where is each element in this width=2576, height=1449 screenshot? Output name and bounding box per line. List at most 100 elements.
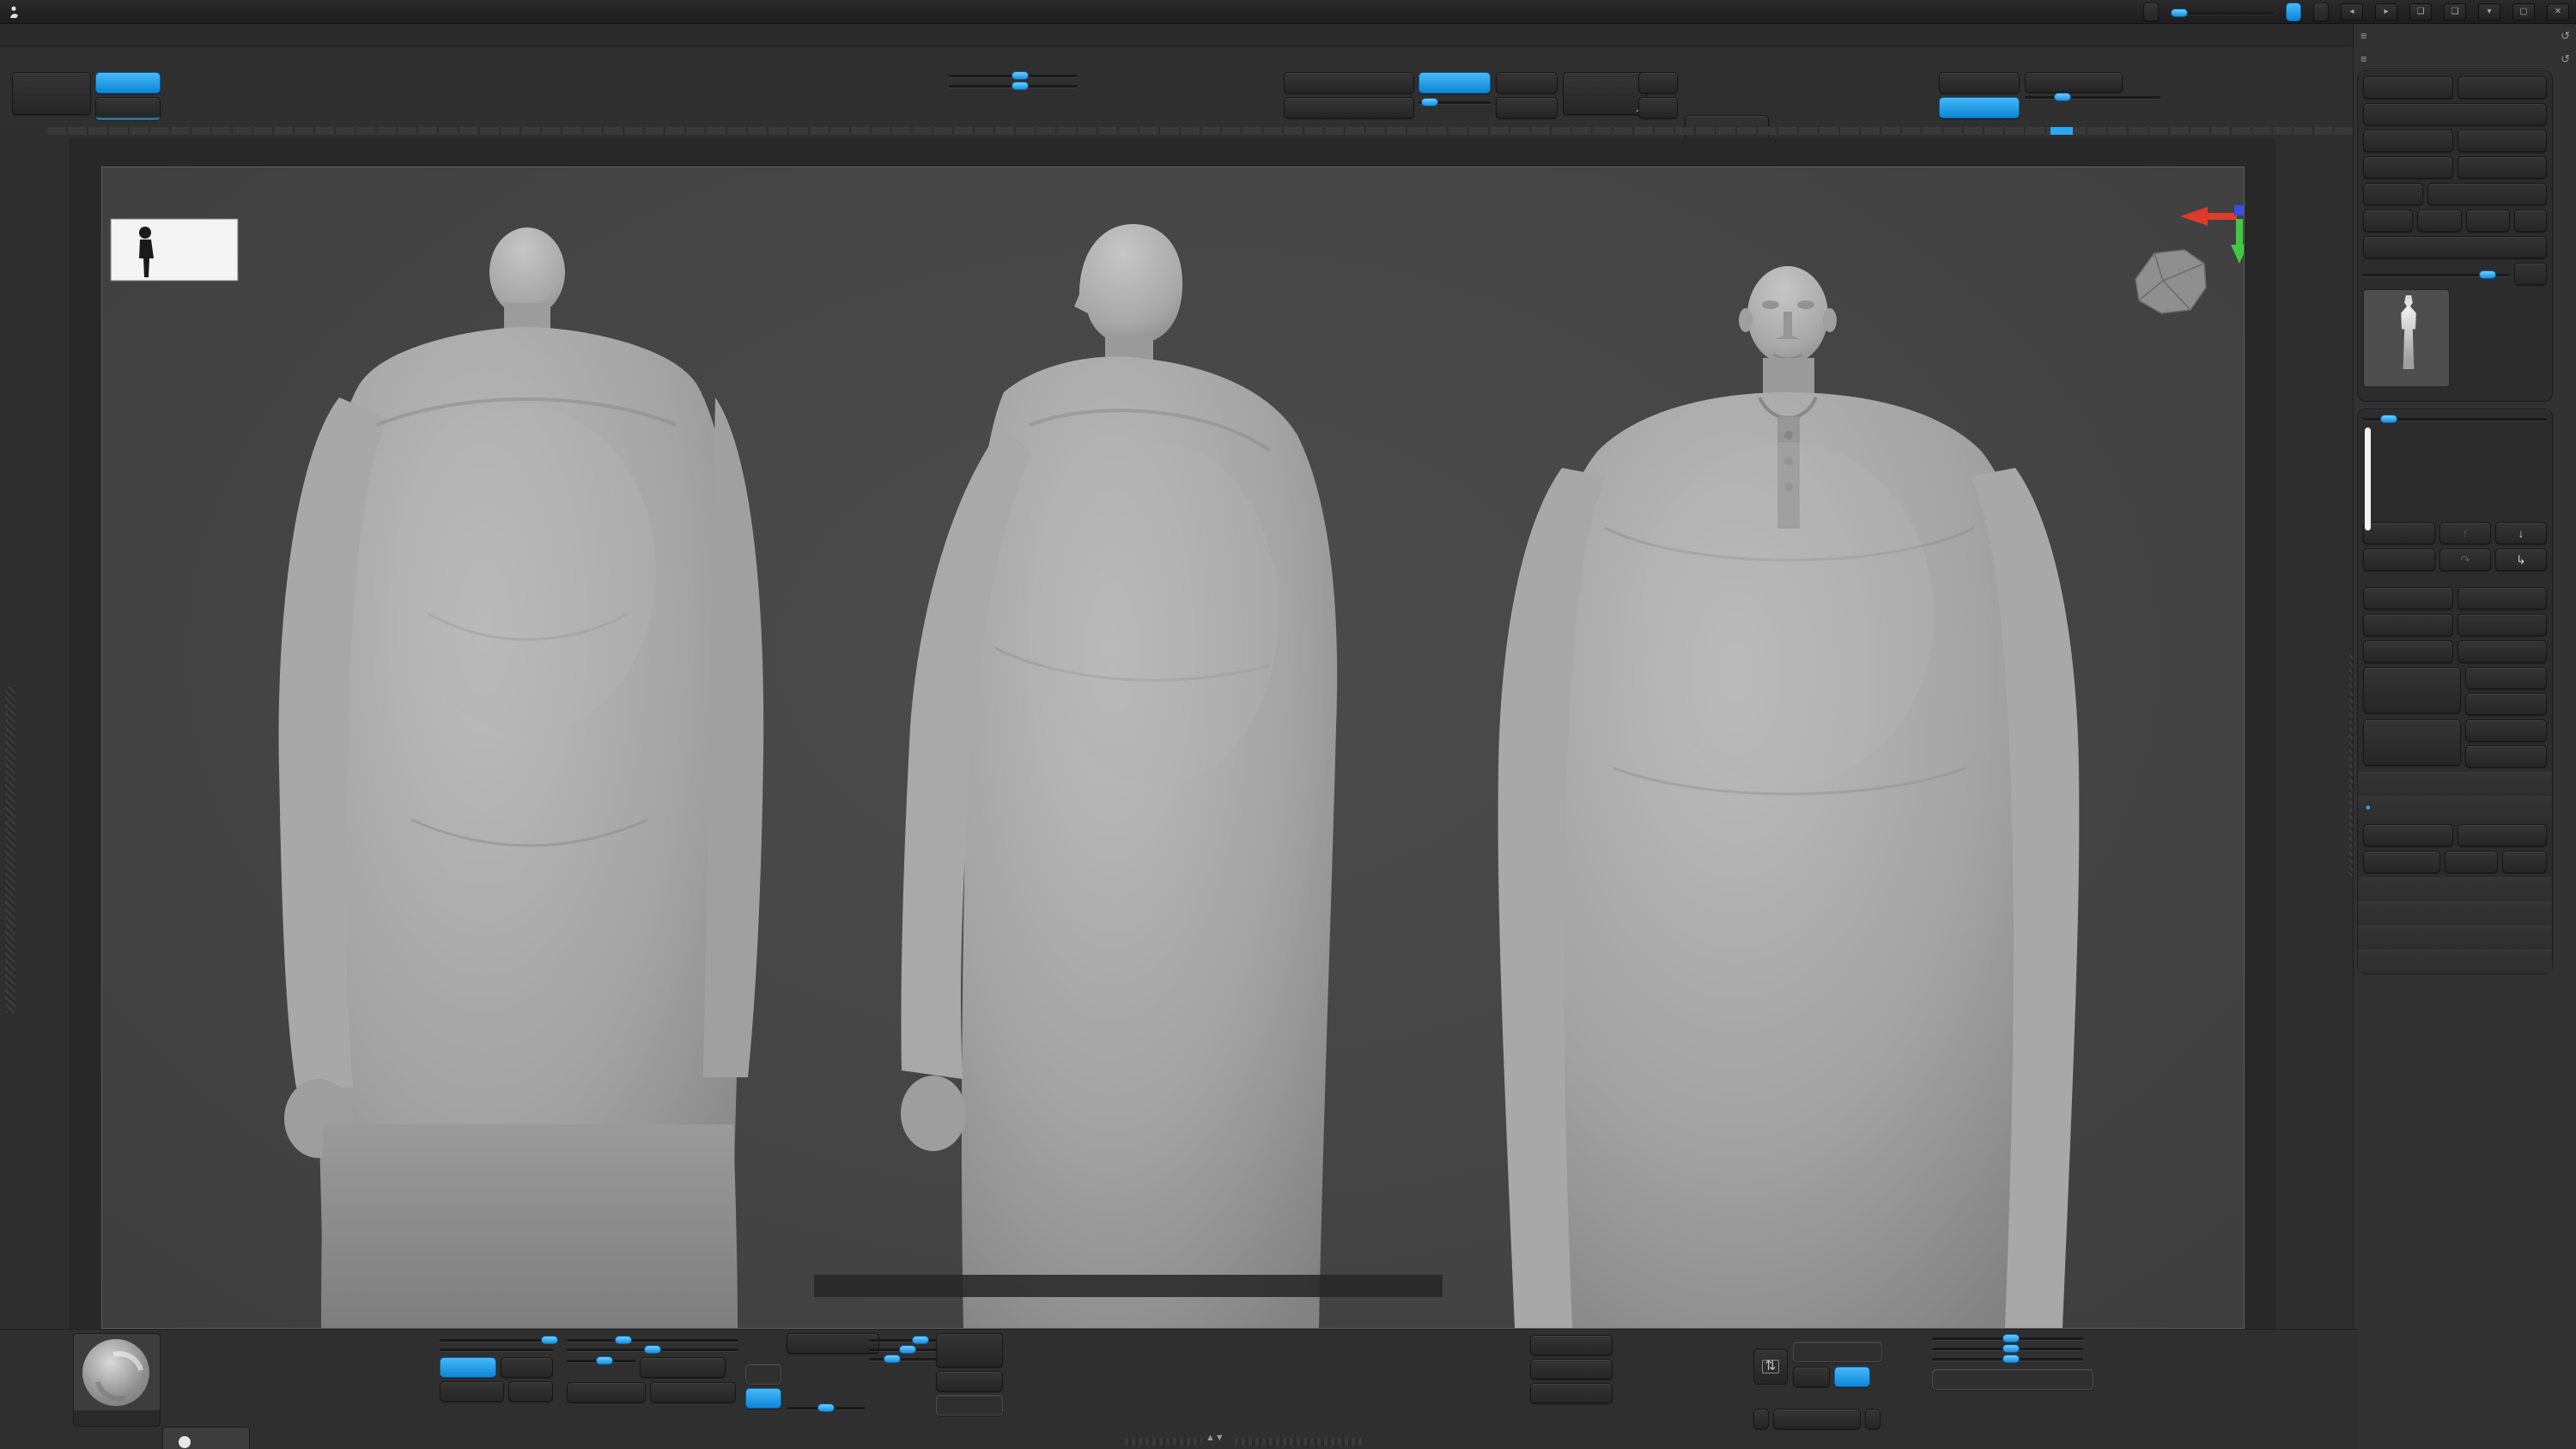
sdiv-slider[interactable] [95,97,161,120]
switch-button[interactable] [2025,72,2123,93]
topological-button[interactable] [936,1333,1003,1367]
goz-visible-button[interactable] [2466,209,2510,232]
zsub-toggle[interactable] [501,1357,553,1378]
grp-toggle[interactable] [745,1364,781,1385]
sculpt-figure-back[interactable] [279,227,764,1328]
new-folder-button[interactable] [2363,549,2435,571]
boolean-section[interactable] [2358,877,2552,901]
document-viewport[interactable] [101,167,2245,1329]
current-brush-thumbnail[interactable] [73,1333,161,1427]
backfacemask-button[interactable] [936,1371,1003,1391]
goz-r-button[interactable] [2514,209,2547,232]
mbs-button[interactable] [1865,1409,1880,1429]
reload-icon[interactable]: ↺ [2561,29,2570,43]
project-section[interactable] [2358,925,2552,949]
default-zscript-button[interactable] [2313,3,2329,21]
split-section[interactable] [2358,772,2552,796]
remesh-section[interactable] [2358,901,2552,925]
inflate-balloon-slider[interactable] [1932,1348,2083,1350]
minimize-button[interactable]: ▾ [2478,3,2500,21]
texture-on-button-2[interactable] [1793,1342,1882,1362]
tool-goz-button[interactable] [2363,209,2413,232]
inflate-slider[interactable] [1932,1337,2083,1340]
tool-import-button[interactable] [2363,156,2453,179]
append-button[interactable] [2465,667,2548,689]
uv-button[interactable] [2502,851,2547,873]
reload-icon[interactable]: ↺ [2561,52,2570,66]
move-out-folder-button[interactable]: ↷ [2439,549,2491,571]
load-tools-from-project-button[interactable] [2363,103,2547,125]
move-down-button[interactable]: ↓ [2495,522,2547,544]
tool-header[interactable]: ≡ ↺ [2354,47,2576,70]
extract-section[interactable] [2358,949,2552,973]
sculpt-figure-front[interactable] [1498,266,2080,1328]
save-as-button[interactable] [2458,76,2548,99]
projectionshell-slider[interactable] [787,1407,866,1410]
insert-button[interactable] [2465,693,2548,715]
sculpt-figure-profile[interactable] [814,224,1443,1328]
mergesimilar-button[interactable] [2458,824,2548,846]
make-polymesh3d-button[interactable] [2427,183,2547,205]
rename-button[interactable] [2363,587,2453,609]
z-intensity-slider[interactable] [440,1339,553,1342]
divide-button[interactable] [12,72,91,115]
rotate-slider[interactable] [949,75,1078,77]
delete-button[interactable] [2363,719,2461,766]
move-into-folder-button[interactable]: ↳ [2495,549,2547,571]
bottom-tray-arrows[interactable]: ▲▼ [1206,1433,1224,1443]
mergedown-button[interactable] [2363,824,2453,846]
clone-txtr-button[interactable] [1530,1335,1613,1355]
all-high-button[interactable] [2458,614,2548,636]
del-all-button[interactable] [2465,745,2548,767]
mask-toggle[interactable] [1939,97,2020,118]
bottom-tray-divider-2[interactable] [1235,1438,1364,1446]
imbed-slider[interactable] [567,1357,635,1378]
bottom-tray-divider[interactable] [1125,1438,1202,1446]
focal-shift-slider[interactable] [567,1349,738,1351]
projectall-button[interactable] [787,1333,879,1354]
texture-export-button[interactable] [1530,1359,1613,1379]
viewmask-button[interactable] [567,1382,646,1403]
texture-import-button[interactable] [1530,1383,1613,1404]
goz-button[interactable] [1638,97,1678,118]
zapplink-button[interactable] [1563,72,1647,115]
reference-thumbnail[interactable] [111,219,238,281]
visible-count-slider[interactable] [2363,418,2547,421]
uv-map-size-slider[interactable] [2025,96,2160,99]
lazystep-slider[interactable] [1419,99,1491,104]
copy-tool-button[interactable] [2363,130,2453,152]
grp-toggle-2[interactable] [1793,1367,1830,1387]
smooth-slider[interactable] [1932,1358,2083,1361]
current-stroke-thumbnail[interactable] [162,1427,250,1449]
draw-size-slider[interactable] [567,1339,738,1342]
del-other-button[interactable] [2465,719,2548,742]
paste-tool-button[interactable] [2458,130,2548,152]
texture-on-button[interactable] [936,1395,1003,1416]
window-layout-icon[interactable]: ❑ [2409,3,2432,21]
keep-uvs-button[interactable] [1284,97,1414,118]
clone-button[interactable] [1638,72,1678,94]
rgb-toggle[interactable] [440,1381,504,1402]
flip-v-button[interactable]: ⇅ [1753,1349,1788,1385]
goz-all-button[interactable] [2417,209,2462,232]
shelf-collapse-left-icon[interactable]: ◂ [2341,3,2363,21]
autoreorder-button[interactable] [2458,587,2548,609]
see-through-slider[interactable] [2171,9,2274,15]
mrg-toggle[interactable] [745,1388,781,1409]
weld-button[interactable] [2445,851,2498,873]
m-toggle[interactable] [508,1381,553,1402]
move-up-button[interactable]: ↑ [2439,522,2491,544]
tool-export-button[interactable] [2458,156,2548,179]
inverse-button[interactable] [640,1357,726,1378]
current-tool-thumbnail[interactable] [2363,289,2450,387]
tool-r-button[interactable] [2514,263,2547,285]
export-button[interactable] [1496,97,1558,118]
mergevisible-button[interactable] [2363,851,2440,873]
window-layout2-icon[interactable]: ❑ [2444,3,2466,21]
lights-button[interactable] [1939,72,2020,94]
shelf-collapse-right-icon[interactable]: ▸ [2375,3,2397,21]
tool-clone-button[interactable] [2363,183,2423,205]
active-tool-slider[interactable] [2363,271,2510,276]
clear-button[interactable] [650,1382,736,1403]
canvas-area[interactable] [69,137,2275,1335]
